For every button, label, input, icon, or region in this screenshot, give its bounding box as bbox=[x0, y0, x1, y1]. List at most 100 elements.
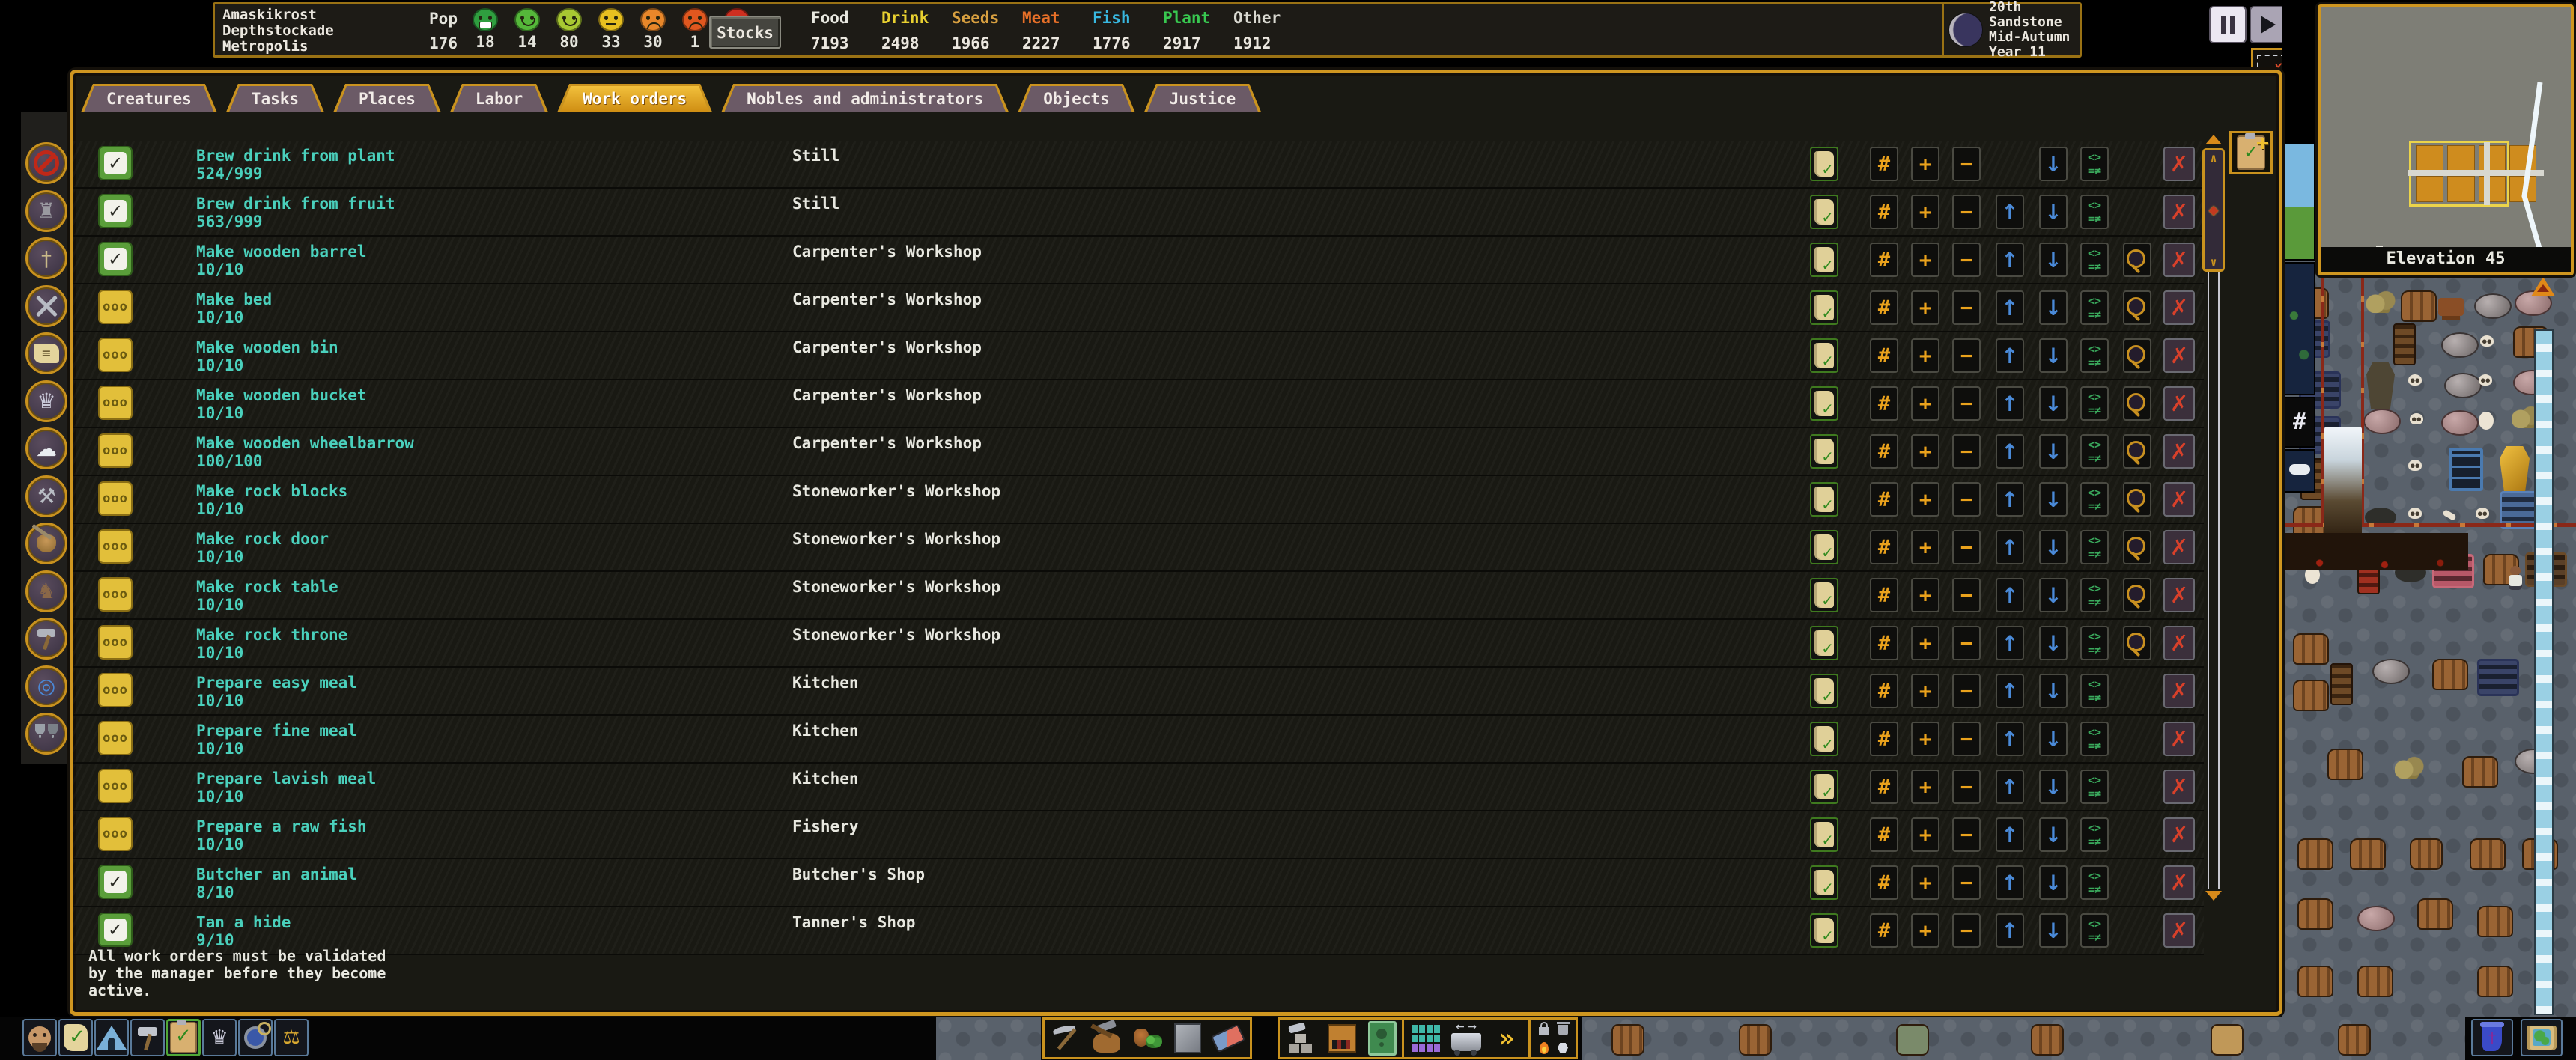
forbid-toggle[interactable] bbox=[1535, 1020, 1553, 1038]
remove-order-button[interactable]: ✗ bbox=[2163, 434, 2195, 469]
move-up-button[interactable]: ↑ bbox=[1996, 434, 2024, 469]
stocks-button[interactable]: Stocks bbox=[709, 16, 781, 49]
smooth-button[interactable] bbox=[1170, 1022, 1206, 1055]
move-down-button[interactable]: ↓ bbox=[2039, 578, 2068, 612]
validate-order-button[interactable] bbox=[1810, 195, 1838, 229]
set-quantity-button[interactable]: # bbox=[1870, 338, 1898, 373]
decrease-quantity-button[interactable]: − bbox=[1952, 482, 1981, 517]
justice-button[interactable]: ⚖ bbox=[274, 1019, 309, 1056]
remove-order-button[interactable]: ✗ bbox=[2163, 338, 2195, 373]
remove-order-button[interactable]: ✗ bbox=[2163, 195, 2195, 229]
decrease-quantity-button[interactable]: − bbox=[1952, 626, 1981, 660]
validate-order-button[interactable] bbox=[1810, 147, 1838, 181]
dump-toggle[interactable] bbox=[1554, 1020, 1572, 1038]
order-details-button[interactable] bbox=[2123, 578, 2151, 612]
squads-button[interactable] bbox=[2471, 1019, 2513, 1056]
validate-order-button[interactable] bbox=[1810, 626, 1838, 660]
order-details-button[interactable] bbox=[2123, 530, 2151, 564]
move-down-button[interactable]: ↓ bbox=[2039, 722, 2068, 756]
order-conditions-button[interactable]: <>=≠ bbox=[2080, 626, 2109, 660]
increase-quantity-button[interactable]: + bbox=[1911, 674, 1939, 708]
remove-order-button[interactable]: ✗ bbox=[2163, 290, 2195, 325]
validate-order-button[interactable] bbox=[1810, 290, 1838, 325]
set-quantity-button[interactable]: # bbox=[1870, 434, 1898, 469]
zones-button[interactable] bbox=[1364, 1022, 1400, 1055]
move-up-button[interactable]: ↑ bbox=[1996, 722, 2024, 756]
set-quantity-button[interactable]: # bbox=[1870, 530, 1898, 564]
move-down-button[interactable]: ↓ bbox=[2039, 674, 2068, 708]
order-conditions-button[interactable]: <>=≠ bbox=[2080, 770, 2109, 804]
decrease-quantity-button[interactable]: − bbox=[1952, 770, 1981, 804]
tab-justice[interactable]: Justice bbox=[1144, 84, 1262, 112]
order-conditions-button[interactable]: <>=≠ bbox=[2080, 722, 2109, 756]
gather-bag-medallion[interactable] bbox=[25, 523, 67, 564]
move-down-button[interactable]: ↓ bbox=[2039, 482, 2068, 517]
decrease-quantity-button[interactable]: − bbox=[1952, 674, 1981, 708]
work-orders-button[interactable] bbox=[166, 1019, 201, 1056]
increase-quantity-button[interactable]: + bbox=[1911, 338, 1939, 373]
tab-creatures[interactable]: Creatures bbox=[81, 84, 217, 112]
validate-order-button[interactable] bbox=[1810, 865, 1838, 900]
move-down-button[interactable]: ↓ bbox=[2039, 147, 2068, 181]
validate-order-button[interactable] bbox=[1810, 722, 1838, 756]
increase-quantity-button[interactable]: + bbox=[1911, 913, 1939, 948]
increase-quantity-button[interactable]: + bbox=[1911, 770, 1939, 804]
move-down-button[interactable]: ↓ bbox=[2039, 770, 2068, 804]
decrease-quantity-button[interactable]: − bbox=[1952, 386, 1981, 421]
increase-quantity-button[interactable]: + bbox=[1911, 722, 1939, 756]
move-down-button[interactable]: ↓ bbox=[2039, 865, 2068, 900]
citizens-button[interactable] bbox=[22, 1019, 57, 1056]
increase-quantity-button[interactable]: + bbox=[1911, 578, 1939, 612]
validate-order-button[interactable] bbox=[1810, 434, 1838, 469]
increase-quantity-button[interactable]: + bbox=[1911, 817, 1939, 852]
minimap[interactable]: Elevation 45 bbox=[2318, 4, 2574, 275]
fishing-lure-medallion[interactable]: ◎ bbox=[25, 665, 67, 707]
move-up-button[interactable]: ↑ bbox=[1996, 386, 2024, 421]
move-up-button[interactable]: ↑ bbox=[1996, 626, 2024, 660]
move-down-button[interactable]: ↓ bbox=[2039, 338, 2068, 373]
tab-nobles-and-administrators[interactable]: Nobles and administrators bbox=[721, 84, 1009, 112]
dagger-medallion[interactable]: † bbox=[25, 237, 67, 279]
place-furniture-button[interactable] bbox=[1324, 1022, 1360, 1055]
move-down-button[interactable]: ↓ bbox=[2039, 386, 2068, 421]
tab-labor[interactable]: Labor bbox=[450, 84, 548, 112]
erase-button[interactable] bbox=[1210, 1022, 1246, 1055]
decrease-quantity-button[interactable]: − bbox=[1952, 290, 1981, 325]
increase-quantity-button[interactable]: + bbox=[1911, 626, 1939, 660]
chop-trees-button[interactable] bbox=[1089, 1022, 1125, 1055]
order-conditions-button[interactable]: <>=≠ bbox=[2080, 482, 2109, 517]
gather-button[interactable] bbox=[1129, 1022, 1165, 1055]
play-button[interactable] bbox=[2250, 6, 2287, 43]
remove-order-button[interactable]: ✗ bbox=[2163, 865, 2195, 900]
remove-order-button[interactable]: ✗ bbox=[2163, 674, 2195, 708]
decrease-quantity-button[interactable]: − bbox=[1952, 913, 1981, 948]
statue-medallion[interactable]: ♜ bbox=[25, 190, 67, 232]
order-conditions-button[interactable]: <>=≠ bbox=[2080, 434, 2109, 469]
increase-quantity-button[interactable]: + bbox=[1911, 386, 1939, 421]
move-up-button[interactable]: ↑ bbox=[1996, 578, 2024, 612]
hauling-button[interactable] bbox=[1448, 1022, 1484, 1055]
nobles-button[interactable]: ♛ bbox=[202, 1019, 237, 1056]
move-down-button[interactable]: ↓ bbox=[2039, 290, 2068, 325]
order-conditions-button[interactable]: <>=≠ bbox=[2080, 195, 2109, 229]
move-up-button[interactable]: ↑ bbox=[1996, 674, 2024, 708]
set-quantity-button[interactable]: # bbox=[1870, 770, 1898, 804]
order-conditions-button[interactable]: <>=≠ bbox=[2080, 290, 2109, 325]
order-conditions-button[interactable]: <>=≠ bbox=[2080, 243, 2109, 277]
move-up-button[interactable]: ↑ bbox=[1996, 243, 2024, 277]
weather-cloud-medallion[interactable]: ☁ bbox=[25, 427, 67, 469]
order-details-button[interactable] bbox=[2123, 482, 2151, 517]
move-down-button[interactable]: ↓ bbox=[2039, 243, 2068, 277]
scrollbar-track[interactable] bbox=[2208, 272, 2220, 889]
order-conditions-button[interactable]: <>=≠ bbox=[2080, 817, 2109, 852]
increase-quantity-button[interactable]: + bbox=[1911, 865, 1939, 900]
melt-toggle[interactable] bbox=[1535, 1039, 1553, 1057]
decrease-quantity-button[interactable]: − bbox=[1952, 147, 1981, 181]
remove-order-button[interactable]: ✗ bbox=[2163, 770, 2195, 804]
move-up-button[interactable]: ↑ bbox=[1996, 770, 2024, 804]
decrease-quantity-button[interactable]: − bbox=[1952, 722, 1981, 756]
validate-order-button[interactable] bbox=[1810, 674, 1838, 708]
remove-order-button[interactable]: ✗ bbox=[2163, 386, 2195, 421]
set-quantity-button[interactable]: # bbox=[1870, 913, 1898, 948]
tasks-button[interactable] bbox=[58, 1019, 93, 1056]
